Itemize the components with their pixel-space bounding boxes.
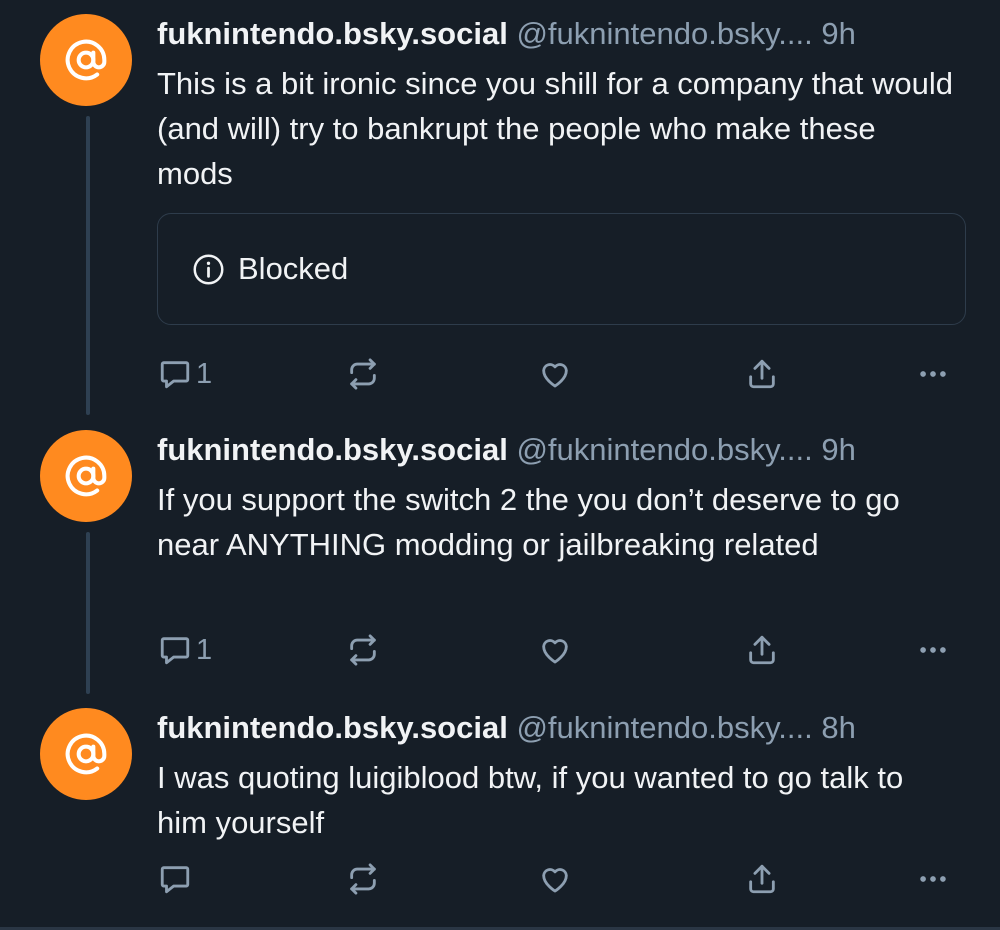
thread-feed: fuknintendo.bsky.social @fuknintendo.bsk… bbox=[0, 0, 1000, 930]
post-actions: 1 bbox=[0, 630, 1000, 670]
timestamp[interactable]: 9h bbox=[821, 16, 855, 51]
blocked-embed: Blocked bbox=[157, 213, 966, 325]
at-sign-icon bbox=[64, 454, 108, 498]
reply-icon bbox=[158, 633, 192, 667]
post-header: fuknintendo.bsky.social @fuknintendo.bsk… bbox=[157, 14, 977, 54]
avatar[interactable] bbox=[40, 708, 132, 800]
repost-icon bbox=[346, 357, 380, 391]
share-icon bbox=[745, 862, 779, 896]
more-icon bbox=[916, 357, 950, 391]
post-2[interactable]: fuknintendo.bsky.social @fuknintendo.bsk… bbox=[0, 416, 1000, 694]
repost-button[interactable] bbox=[346, 354, 380, 394]
display-name[interactable]: fuknintendo.bsky.social bbox=[157, 432, 508, 467]
like-icon bbox=[538, 862, 572, 896]
reply-count: 1 bbox=[196, 357, 213, 390]
handle[interactable]: @fuknintendo.bsky.... bbox=[516, 432, 812, 467]
post-actions bbox=[0, 859, 1000, 899]
embed-label: Blocked bbox=[238, 251, 349, 286]
like-icon bbox=[538, 633, 572, 667]
repost-icon bbox=[346, 633, 380, 667]
reply-icon bbox=[158, 357, 192, 391]
repost-button[interactable] bbox=[346, 630, 380, 670]
like-icon bbox=[538, 357, 572, 391]
at-sign-icon bbox=[64, 38, 108, 82]
reply-count: 1 bbox=[196, 633, 213, 666]
share-button[interactable] bbox=[745, 354, 779, 394]
post-header: fuknintendo.bsky.social @fuknintendo.bsk… bbox=[157, 708, 977, 748]
share-icon bbox=[745, 357, 779, 391]
info-circle-icon bbox=[192, 253, 225, 286]
reply-button[interactable]: 1 bbox=[158, 630, 212, 670]
display-name[interactable]: fuknintendo.bsky.social bbox=[157, 16, 508, 51]
like-button[interactable] bbox=[538, 859, 572, 899]
more-options-button[interactable] bbox=[916, 630, 950, 670]
post-text: I was quoting luigiblood btw, if you wan… bbox=[157, 760, 904, 840]
more-options-button[interactable] bbox=[916, 859, 950, 899]
share-button[interactable] bbox=[745, 859, 779, 899]
post-actions: 1 bbox=[0, 354, 1000, 394]
repost-icon bbox=[346, 862, 380, 896]
at-sign-icon bbox=[64, 732, 108, 776]
post-3[interactable]: fuknintendo.bsky.social @fuknintendo.bsk… bbox=[0, 694, 1000, 926]
avatar[interactable] bbox=[40, 430, 132, 522]
like-button[interactable] bbox=[538, 354, 572, 394]
handle[interactable]: @fuknintendo.bsky.... bbox=[516, 16, 812, 51]
display-name[interactable]: fuknintendo.bsky.social bbox=[157, 710, 508, 745]
more-icon bbox=[916, 862, 950, 896]
share-icon bbox=[745, 633, 779, 667]
more-options-button[interactable] bbox=[916, 354, 950, 394]
more-icon bbox=[916, 633, 950, 667]
timestamp[interactable]: 9h bbox=[821, 432, 855, 467]
post-text: This is a bit ironic since you shill for… bbox=[157, 66, 954, 191]
avatar[interactable] bbox=[40, 14, 132, 106]
post-1[interactable]: fuknintendo.bsky.social @fuknintendo.bsk… bbox=[0, 0, 1000, 415]
timestamp[interactable]: 8h bbox=[821, 710, 855, 745]
reply-icon bbox=[158, 862, 192, 896]
reply-button[interactable]: 1 bbox=[158, 354, 212, 394]
handle[interactable]: @fuknintendo.bsky.... bbox=[516, 710, 812, 745]
repost-button[interactable] bbox=[346, 859, 380, 899]
post-text: If you support the switch 2 the you don’… bbox=[157, 482, 900, 562]
share-button[interactable] bbox=[745, 630, 779, 670]
like-button[interactable] bbox=[538, 630, 572, 670]
post-header: fuknintendo.bsky.social @fuknintendo.bsk… bbox=[157, 430, 977, 470]
reply-button[interactable] bbox=[158, 859, 196, 899]
